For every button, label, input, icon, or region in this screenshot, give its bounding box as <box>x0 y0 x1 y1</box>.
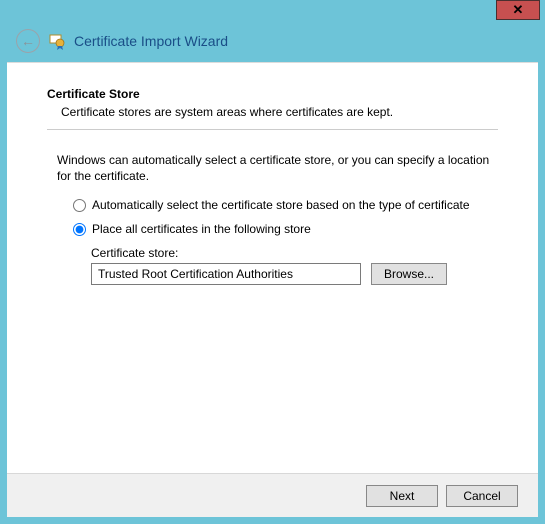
content-area: Certificate Store Certificate stores are… <box>7 63 538 285</box>
certificate-store-input[interactable] <box>91 263 361 285</box>
window-frame: ✕ ← Certificate Import Wizard Certificat… <box>0 0 545 524</box>
footer-bar: Next Cancel <box>7 473 538 517</box>
radio-place-input[interactable] <box>73 223 86 236</box>
section-heading: Certificate Store <box>47 87 498 101</box>
radio-auto-select[interactable]: Automatically select the certificate sto… <box>73 198 498 212</box>
browse-button[interactable]: Browse... <box>371 263 447 285</box>
wizard-title: Certificate Import Wizard <box>74 33 228 49</box>
radio-auto-label: Automatically select the certificate sto… <box>92 198 470 212</box>
radio-auto-input[interactable] <box>73 199 86 212</box>
instruction-text: Windows can automatically select a certi… <box>57 152 498 184</box>
store-subsection: Certificate store: Browse... <box>91 246 498 285</box>
radio-place-label: Place all certificates in the following … <box>92 222 311 236</box>
divider <box>47 129 498 130</box>
section-description: Certificate stores are system areas wher… <box>61 105 498 119</box>
wizard-panel: Certificate Store Certificate stores are… <box>7 62 538 517</box>
store-input-row: Browse... <box>91 263 498 285</box>
cancel-button[interactable]: Cancel <box>446 485 518 507</box>
store-option-group: Automatically select the certificate sto… <box>73 198 498 236</box>
store-field-label: Certificate store: <box>91 246 498 260</box>
close-icon: ✕ <box>513 2 524 17</box>
back-arrow-icon: ← <box>21 33 35 49</box>
header-bar: ← Certificate Import Wizard <box>16 28 537 54</box>
back-button[interactable]: ← <box>16 29 40 53</box>
close-button[interactable]: ✕ <box>496 0 540 20</box>
radio-place-all[interactable]: Place all certificates in the following … <box>73 222 498 236</box>
certificate-wizard-icon <box>48 32 66 50</box>
next-button[interactable]: Next <box>366 485 438 507</box>
